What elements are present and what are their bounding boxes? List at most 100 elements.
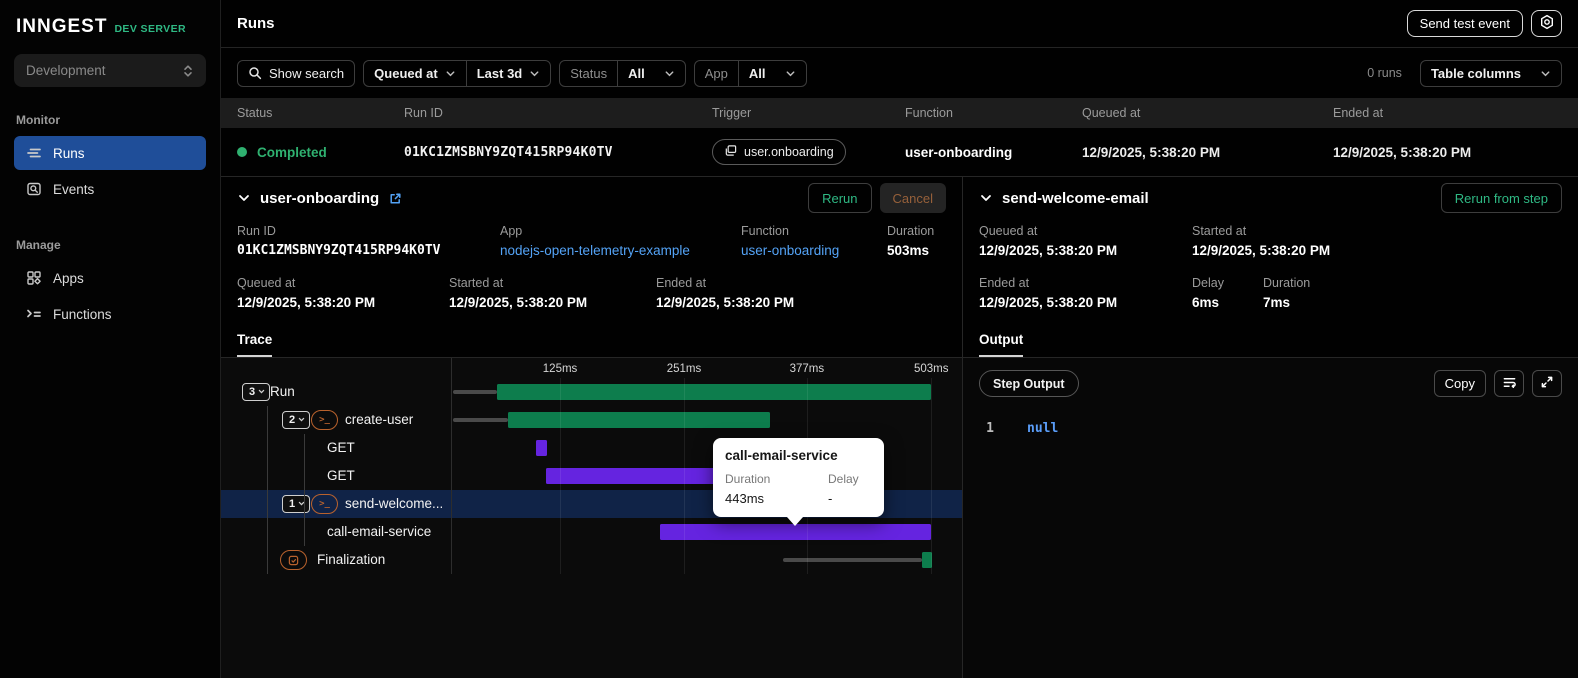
axis-tick-label: 125ms [542, 363, 578, 375]
copy-button[interactable]: Copy [1433, 370, 1486, 397]
app-filter[interactable]: App All [693, 59, 807, 87]
started-meta: Started at 12/9/2025, 5:38:20 PM [449, 276, 588, 310]
axis-tick-label: 251ms [666, 363, 702, 375]
queued-at-cell: 12/9/2025, 5:38:20 PM [1082, 144, 1221, 160]
output-panel: Step Output Copy 1 null [963, 358, 1578, 678]
duration-meta: Duration 503ms [887, 224, 935, 258]
wrap-text-icon [1502, 375, 1517, 393]
app-link[interactable]: nodejs-open-telemetry-example [500, 243, 690, 258]
trace-row-run[interactable]: 3 Run [221, 378, 962, 406]
trace-row-label: GET [327, 468, 355, 483]
expand-button[interactable] [1532, 370, 1562, 397]
chevron-down-icon [664, 68, 675, 79]
rerun-from-step-button[interactable]: Rerun from step [1440, 183, 1562, 213]
header-actions: Send test event [1406, 10, 1562, 37]
output-code-line: 1 null [979, 421, 1562, 436]
gridline [931, 378, 933, 574]
time-field-value: Queued at [374, 65, 438, 81]
step-duration-meta: Duration 7ms [1263, 276, 1311, 310]
environment-select-value: Development [26, 63, 106, 78]
queued-meta: Queued at 12/9/2025, 5:38:20 PM [237, 276, 376, 310]
sidebar-item-label: Events [53, 181, 95, 197]
sidebar-item-label: Functions [53, 306, 112, 322]
child-count-badge[interactable]: 2 [282, 411, 311, 429]
apps-icon [25, 270, 42, 286]
sidebar-item-apps[interactable]: Apps [14, 261, 206, 295]
sidebar-item-runs[interactable]: Runs [14, 136, 206, 170]
function-meta: Function user-onboarding [741, 224, 840, 258]
collapse-chevron-icon[interactable] [237, 191, 251, 205]
function-link[interactable]: user-onboarding [741, 243, 839, 258]
environment-select[interactable]: Development [14, 54, 206, 87]
trace-row-label: GET [327, 440, 355, 455]
run-details: user-onboarding Rerun Cancel Run ID 01KC… [221, 176, 1578, 678]
chevron-down-icon [1540, 68, 1551, 79]
rerun-button[interactable]: Rerun [808, 183, 872, 213]
step-meta-row-2: Ended at 12/9/2025, 5:38:20 PM Delay 6ms… [963, 271, 1578, 323]
external-link-icon[interactable] [388, 191, 403, 206]
step-title: send-welcome-email [1002, 189, 1149, 207]
search-icon [248, 66, 262, 80]
ended-meta: Ended at 12/9/2025, 5:38:20 PM [656, 276, 795, 310]
step-queued-meta: Queued at 12/9/2025, 5:38:20 PM [979, 224, 1118, 258]
time-field-select[interactable]: Queued at [364, 61, 466, 86]
run-tab-bar: Trace [221, 323, 962, 358]
runs-count: 0 runs [1367, 66, 1402, 80]
cancel-button[interactable]: Cancel [879, 183, 946, 213]
chevron-down-icon [445, 68, 456, 79]
trace-row-finalization[interactable]: Finalization [221, 546, 962, 574]
show-search-label: Show search [269, 65, 345, 81]
show-search-button[interactable]: Show search [237, 59, 356, 87]
column-header: Ended at [1333, 106, 1384, 120]
time-range-select[interactable]: Last 3d [465, 60, 551, 86]
function-cell: user-onboarding [905, 144, 1013, 160]
tab-trace[interactable]: Trace [237, 332, 273, 357]
tab-output[interactable]: Output [979, 332, 1024, 357]
span-bar[interactable] [497, 384, 932, 400]
span-bar[interactable] [535, 440, 548, 456]
terminal-step-icon: >_ [311, 410, 338, 430]
trace-row-label: create-user [345, 412, 414, 427]
trace-tooltip: call-email-service Duration Delay 443ms … [713, 438, 884, 526]
tree-guide-line [304, 434, 305, 546]
status-dot-icon [237, 147, 247, 157]
step-panel-header: send-welcome-email Rerun from step [963, 177, 1578, 219]
output-value: null [1027, 421, 1059, 436]
event-icon [724, 144, 737, 160]
gear-icon [1539, 14, 1555, 33]
line-number: 1 [986, 421, 994, 436]
expand-icon [1540, 375, 1554, 392]
inngest-logo: INNGEST [16, 16, 108, 37]
child-count-badge[interactable]: 1 [282, 495, 311, 513]
trigger-badge[interactable]: user.onboarding [712, 139, 846, 165]
app-filter-label: App [704, 65, 728, 81]
table-row[interactable]: Completed 01KC1ZMSBNY9ZQT415RP94K0TV use… [221, 128, 1578, 176]
child-count-badge[interactable]: 3 [242, 383, 271, 401]
run-panel-header: user-onboarding Rerun Cancel [221, 177, 962, 219]
sidebar-item-functions[interactable]: Functions [14, 297, 206, 331]
sidebar-item-events[interactable]: Events [14, 172, 206, 206]
chevron-down-icon [298, 414, 305, 426]
collapse-chevron-icon[interactable] [979, 191, 993, 205]
step-started-meta: Started at 12/9/2025, 5:38:20 PM [1192, 224, 1331, 258]
trace-row-create-user[interactable]: 2 >_ create-user [221, 406, 962, 434]
span-bar[interactable] [507, 412, 770, 428]
trace-row-label: Finalization [317, 552, 386, 567]
span-bar[interactable] [659, 524, 932, 540]
step-output-pill: Step Output [979, 370, 1079, 397]
nav-section-label: Manage [16, 238, 61, 252]
trace-row-call-email-service[interactable]: call-email-service [221, 518, 962, 546]
wrap-text-button[interactable] [1494, 370, 1524, 397]
app-meta: App nodejs-open-telemetry-example [500, 224, 690, 258]
status-badge: Completed [257, 144, 327, 160]
send-test-event-button[interactable]: Send test event [1406, 10, 1523, 37]
span-bar[interactable] [546, 468, 725, 484]
settings-button[interactable] [1531, 10, 1562, 37]
run-id-meta: Run ID 01KC1ZMSBNY9ZQT415RP94K0TV [237, 224, 441, 258]
axis-tick-label: 503ms [913, 363, 949, 375]
filter-bar: Show search Queued at Last 3d Status All [221, 48, 1578, 98]
status-filter[interactable]: Status All [559, 59, 686, 87]
column-header: Function [905, 106, 953, 120]
app-window: INNGEST DEV SERVER Development Monitor Ru… [0, 0, 1578, 678]
table-columns-button[interactable]: Table columns [1419, 59, 1562, 87]
